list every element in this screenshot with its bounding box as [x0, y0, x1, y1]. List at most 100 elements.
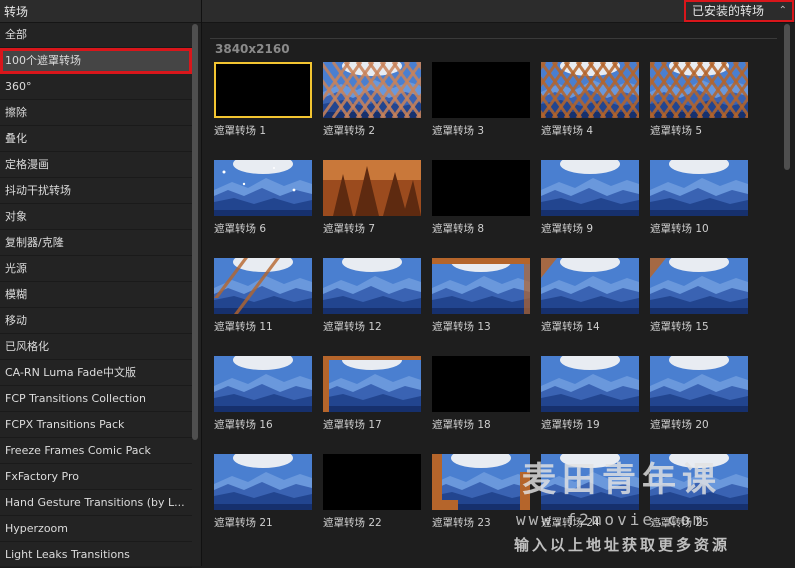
transition-thumbnail[interactable] — [650, 160, 748, 216]
sidebar-category-item[interactable]: 复制器/克隆 — [0, 230, 192, 256]
transition-thumbnail[interactable] — [214, 454, 312, 510]
transition-tile[interactable]: 遮罩转场 6 — [214, 160, 312, 236]
transition-thumbnail[interactable] — [432, 160, 530, 216]
installed-dropdown-label: 已安装的转场 — [692, 4, 765, 18]
browser-scrollbar[interactable] — [784, 24, 790, 170]
category-sidebar: 转场 全部 100个遮罩转场 360° 擦除 叠化 定格漫画 抖动干扰转场 对象 复制器/克隆光… — [0, 0, 202, 568]
transition-tile[interactable]: 遮罩转场 25 — [650, 454, 748, 530]
installed-transitions-dropdown[interactable]: 已安装的转场 ⌃ — [684, 0, 794, 22]
sidebar-category-item[interactable]: 抖动干扰转场 — [0, 178, 192, 204]
transition-thumbnail[interactable] — [650, 356, 748, 412]
transition-thumbnail[interactable] — [214, 62, 312, 118]
transition-tile[interactable]: 遮罩转场 14 — [541, 258, 639, 334]
sidebar-category-item[interactable]: 移动 — [0, 308, 192, 334]
sidebar-category-item[interactable]: 对象 — [0, 204, 192, 230]
sidebar-header: 转场 — [0, 0, 201, 23]
sidebar-category-item[interactable]: Hand Gesture Transitions (by L... — [0, 490, 192, 516]
sidebar-category-item[interactable]: 擦除 — [0, 100, 192, 126]
sidebar-scrollbar[interactable] — [192, 24, 198, 440]
transition-label: 遮罩转场 2 — [323, 125, 376, 137]
sidebar-category-item[interactable]: 定格漫画 — [0, 152, 192, 178]
transition-tile[interactable]: 遮罩转场 11 — [214, 258, 312, 334]
transition-label: 遮罩转场 21 — [214, 517, 273, 529]
sidebar-category-item[interactable]: FxFactory Pro — [0, 464, 192, 490]
transition-thumbnail[interactable] — [432, 454, 530, 510]
transition-label: 遮罩转场 17 — [323, 419, 382, 431]
sidebar-category-item[interactable]: 叠化 — [0, 126, 192, 152]
transition-thumbnail[interactable] — [650, 258, 748, 314]
transition-label: 遮罩转场 19 — [541, 419, 600, 431]
transition-tile[interactable]: 遮罩转场 10 — [650, 160, 748, 236]
transition-thumbnail[interactable] — [541, 258, 639, 314]
transition-tile[interactable]: 遮罩转场 2 — [323, 62, 421, 138]
transition-tile[interactable]: 遮罩转场 19 — [541, 356, 639, 432]
transition-tile[interactable]: 遮罩转场 18 — [432, 356, 530, 432]
transition-thumbnail[interactable] — [432, 62, 530, 118]
transition-tile[interactable]: 遮罩转场 23 — [432, 454, 530, 530]
transition-thumbnail[interactable] — [323, 62, 421, 118]
sidebar-category-item[interactable]: Freeze Frames Comic Pack — [0, 438, 192, 464]
transition-thumbnail[interactable] — [541, 160, 639, 216]
transition-thumbnail[interactable] — [214, 356, 312, 412]
transition-thumbnail[interactable] — [541, 454, 639, 510]
transition-tile[interactable]: 遮罩转场 4 — [541, 62, 639, 138]
transition-label: 遮罩转场 18 — [432, 419, 491, 431]
transition-tile[interactable]: 遮罩转场 3 — [432, 62, 530, 138]
transition-thumbnail[interactable] — [323, 356, 421, 412]
sidebar-category-item[interactable]: FCP Transitions Collection — [0, 386, 192, 412]
sidebar-title: 转场 — [4, 5, 29, 19]
transition-tile[interactable]: 遮罩转场 1 — [214, 62, 312, 138]
transition-label: 遮罩转场 24 — [541, 517, 600, 529]
transition-thumbnail[interactable] — [323, 258, 421, 314]
sidebar-category-item[interactable]: Light Leaks Transitions — [0, 542, 192, 568]
transition-tile[interactable]: 遮罩转场 13 — [432, 258, 530, 334]
transition-thumbnail[interactable] — [214, 258, 312, 314]
sidebar-category-item[interactable]: 已风格化 — [0, 334, 192, 360]
sidebar-category-item[interactable]: 360° — [0, 74, 192, 100]
transition-tile[interactable]: 遮罩转场 17 — [323, 356, 421, 432]
transition-thumbnail[interactable] — [323, 454, 421, 510]
browser-header: 已安装的转场 ⌃ — [202, 0, 795, 23]
transition-thumbnail[interactable] — [541, 356, 639, 412]
transition-thumbnail[interactable] — [323, 160, 421, 216]
transition-tile[interactable]: 遮罩转场 5 — [650, 62, 748, 138]
transition-tile[interactable]: 遮罩转场 24 — [541, 454, 639, 530]
transition-tile[interactable]: 遮罩转场 20 — [650, 356, 748, 432]
transition-grid: 遮罩转场 1 遮罩转场 2 遮罩转场 3 遮罩转场 4 遮罩转场 5 遮罩转场 6 遮罩转场… — [214, 62, 774, 566]
transition-tile[interactable]: 遮罩转场 15 — [650, 258, 748, 334]
sidebar-category-item[interactable]: 模糊 — [0, 282, 192, 308]
sidebar-category-item[interactable]: FCPX Transitions Pack — [0, 412, 192, 438]
transition-thumbnail[interactable] — [214, 160, 312, 216]
sidebar-category-item[interactable]: 100个遮罩转场 — [0, 48, 192, 74]
transition-thumbnail[interactable] — [650, 62, 748, 118]
transition-label: 遮罩转场 14 — [541, 321, 600, 333]
transition-label: 遮罩转场 25 — [650, 517, 709, 529]
transition-tile[interactable]: 遮罩转场 9 — [541, 160, 639, 236]
sidebar-category-item[interactable]: 光源 — [0, 256, 192, 282]
transition-label: 遮罩转场 23 — [432, 517, 491, 529]
transition-label: 遮罩转场 11 — [214, 321, 273, 333]
transition-tile[interactable]: 遮罩转场 21 — [214, 454, 312, 530]
transition-label: 遮罩转场 16 — [214, 419, 273, 431]
transition-thumbnail[interactable] — [650, 454, 748, 510]
transition-tile[interactable]: 遮罩转场 16 — [214, 356, 312, 432]
transition-label: 遮罩转场 22 — [323, 517, 382, 529]
transition-thumbnail[interactable] — [432, 258, 530, 314]
transition-label: 遮罩转场 3 — [432, 125, 485, 137]
transition-label: 遮罩转场 20 — [650, 419, 709, 431]
transition-tile[interactable]: 遮罩转场 22 — [323, 454, 421, 530]
transition-thumbnail[interactable] — [541, 62, 639, 118]
transition-label: 遮罩转场 9 — [541, 223, 594, 235]
category-list: 全部 100个遮罩转场 360° 擦除 叠化 定格漫画 抖动干扰转场 对象 复制器/克隆 光源 模糊… — [0, 22, 192, 568]
sidebar-category-item[interactable]: 全部 — [0, 22, 192, 48]
transition-label: 遮罩转场 13 — [432, 321, 491, 333]
transition-tile[interactable]: 遮罩转场 7 — [323, 160, 421, 236]
transition-label: 遮罩转场 8 — [432, 223, 485, 235]
transition-tile[interactable]: 遮罩转场 8 — [432, 160, 530, 236]
transition-thumbnail[interactable] — [432, 356, 530, 412]
sidebar-category-item[interactable]: CA-RN Luma Fade中文版 — [0, 360, 192, 386]
transition-label: 遮罩转场 15 — [650, 321, 709, 333]
up-down-chevron-icon: ⌃ — [778, 5, 787, 16]
transition-tile[interactable]: 遮罩转场 12 — [323, 258, 421, 334]
sidebar-category-item[interactable]: Hyperzoom — [0, 516, 192, 542]
